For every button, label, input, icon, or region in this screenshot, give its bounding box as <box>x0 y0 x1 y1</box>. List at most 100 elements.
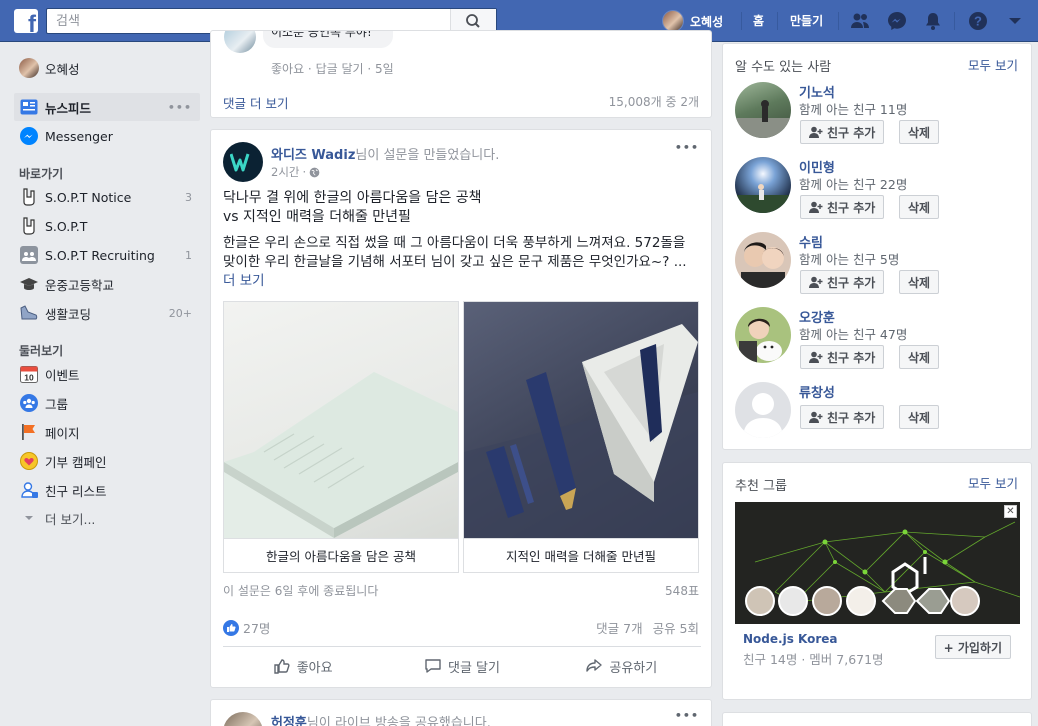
page-name-link[interactable]: 와디즈 Wadiz <box>271 148 355 163</box>
sidebar-item-sopt[interactable]: S.O.P.T <box>14 212 200 240</box>
nav-home-link[interactable]: 홈 <box>753 10 764 32</box>
sidebar-item-fundraisers[interactable]: 기부 캠페인 <box>14 447 200 475</box>
people-you-may-know-card: 알 수도 있는 사람 모두 보기 기노석 함께 아는 친구 11명 친구 추가 … <box>722 43 1032 450</box>
comment-count[interactable]: 댓글 7개 <box>596 621 642 636</box>
remove-button[interactable]: 삭제 <box>899 120 940 144</box>
group-meta: 친구 14명 · 멤버 7,671명 <box>743 652 884 667</box>
remove-button[interactable]: 삭제 <box>899 270 940 294</box>
post-options-icon[interactable]: ••• <box>675 709 699 722</box>
nav-create-link[interactable]: 만들기 <box>790 10 823 32</box>
post-options-icon[interactable]: ••• <box>675 141 699 154</box>
sidebar-item-coding[interactable]: 생활코딩 20+ <box>14 299 200 327</box>
avatar[interactable] <box>735 232 791 288</box>
more-options-icon[interactable]: ••• <box>168 101 192 114</box>
remove-button[interactable]: 삭제 <box>899 405 940 429</box>
avatar <box>19 58 39 78</box>
poll-option-pen[interactable]: 지적인 매력을 더해줄 만년필 <box>463 301 699 573</box>
sidebar-item-messenger[interactable]: Messenger <box>14 122 200 150</box>
wadiz-logo-icon <box>230 153 250 172</box>
default-avatar-icon[interactable] <box>735 382 791 438</box>
see-more-link[interactable]: 더 보기 <box>223 273 265 289</box>
pymk-person: 이민형 함께 아는 친구 22명 친구 추가 삭제 <box>735 157 1025 219</box>
partial-card <box>722 712 1032 726</box>
sidebar-item-sopt-notice[interactable]: S.O.P.T Notice 3 <box>14 183 200 211</box>
avatar[interactable] <box>223 712 263 726</box>
avatar[interactable] <box>735 307 791 363</box>
sidebar-item-school[interactable]: 운중고등학교 <box>14 270 200 298</box>
sidebar-see-more[interactable]: 더 보기... <box>14 504 200 532</box>
groups-see-all-link[interactable]: 모두 보기 <box>968 473 1018 492</box>
graduation-cap-icon <box>19 274 39 294</box>
add-friend-button[interactable]: 친구 추가 <box>800 195 885 219</box>
reactions-summary[interactable]: 27명 <box>223 618 270 637</box>
wadiz-avatar[interactable] <box>223 142 263 182</box>
notification-count: 1 <box>185 248 192 262</box>
add-friend-button[interactable]: 친구 추가 <box>800 345 885 369</box>
avatar[interactable] <box>735 157 791 213</box>
add-friend-button[interactable]: 친구 추가 <box>800 120 885 144</box>
share-button[interactable]: 공유하기 <box>542 647 701 685</box>
add-friend-button[interactable]: 친구 추가 <box>800 270 885 294</box>
sidebar-item-label: 기부 캠페인 <box>45 454 107 470</box>
remove-button[interactable]: 삭제 <box>899 195 940 219</box>
join-group-button[interactable]: + 가입하기 <box>934 635 1011 659</box>
mutual-friends[interactable]: 함께 아는 친구 22명 <box>799 174 907 193</box>
account-menu-caret-icon[interactable] <box>1004 10 1026 32</box>
comment-bubble: 이소룬 공연복 부야! <box>263 31 393 48</box>
avatar <box>662 10 684 32</box>
remove-button[interactable]: 삭제 <box>899 345 940 369</box>
pymk-see-all-link[interactable]: 모두 보기 <box>968 55 1018 74</box>
sidebar-item-label: S.O.P.T Recruiting <box>45 247 155 263</box>
mutual-friends[interactable]: 함께 아는 친구 11명 <box>799 99 907 118</box>
groups-icon <box>19 393 39 413</box>
view-more-comments-link[interactable]: 댓글 더 보기 <box>223 93 288 112</box>
sidebar-item-sopt-recruiting[interactable]: S.O.P.T Recruiting 1 <box>14 241 200 269</box>
rock-hand-icon <box>19 187 39 207</box>
sidebar-item-events[interactable]: 10 이벤트 <box>14 360 200 388</box>
avatar[interactable] <box>735 82 791 138</box>
author-name-link[interactable]: 허정훈 <box>271 716 307 726</box>
group-name-link[interactable]: Node.js Korea <box>743 632 838 646</box>
notification-count: 20+ <box>168 306 192 320</box>
friend-requests-icon[interactable] <box>849 10 871 32</box>
pymk-person: 류창성 친구 추가 삭제 <box>735 382 1025 442</box>
add-friend-label: 친구 추가 <box>827 350 876 365</box>
poll-option-label: 지적인 매력을 더해줄 만년필 <box>464 538 698 572</box>
person-name[interactable]: 류창성 <box>799 382 835 401</box>
close-icon[interactable]: ✕ <box>1004 505 1017 518</box>
nav-profile-link[interactable]: 오혜성 <box>662 10 723 32</box>
post-body: 한글은 우리 손으로 직접 썼을 때 그 아름다움이 더욱 풍부하게 느껴져요.… <box>223 234 701 291</box>
sidebar-item-profile[interactable]: 오혜성 <box>14 54 200 82</box>
sidebar-item-label: 친구 리스트 <box>45 483 107 499</box>
comment-actions[interactable]: 좋아요 · 답글 달기 · 5일 <box>271 60 394 77</box>
sidebar-item-label: Messenger <box>45 128 113 144</box>
sidebar-item-groups[interactable]: 그룹 <box>14 389 200 417</box>
sidebar-item-friend-lists[interactable]: 친구 리스트 <box>14 476 200 504</box>
poll-vote-count[interactable]: 548표 <box>665 582 699 599</box>
comment-button[interactable]: 댓글 달기 <box>382 647 541 685</box>
poll-question-line: vs 지적인 매력을 더해줄 만년필 <box>223 209 411 225</box>
chevron-down-icon <box>19 508 39 528</box>
mutual-friends[interactable]: 함께 아는 친구 5명 <box>799 249 899 268</box>
add-friend-icon <box>809 126 823 138</box>
explore-heading: 둘러보기 <box>19 344 64 358</box>
thumbs-up-icon <box>274 659 290 674</box>
group-cover-image[interactable]: ✕ <box>735 502 1020 624</box>
facebook-logo[interactable]: f <box>14 9 38 33</box>
sidebar-item-pages[interactable]: 페이지 <box>14 418 200 446</box>
post-time[interactable]: 2시간 <box>271 164 299 180</box>
sidebar-item-label: 더 보기... <box>45 511 96 527</box>
post-body-text: 한글은 우리 손으로 직접 썼을 때 그 아름다움이 더욱 풍부하게 느껴져요.… <box>223 235 687 270</box>
post-action-text: 님이 설문을 만들었습니다. <box>355 148 500 163</box>
add-friend-button[interactable]: 친구 추가 <box>800 405 885 429</box>
poll-option-notebook[interactable]: 한글의 아름다움을 담은 공책 <box>223 301 459 573</box>
svg-text:?: ? <box>974 14 982 29</box>
like-button[interactable]: 좋아요 <box>223 647 382 685</box>
sidebar-item-label: 페이지 <box>45 425 80 441</box>
notifications-bell-icon[interactable] <box>922 10 944 32</box>
mutual-friends[interactable]: 함께 아는 친구 47명 <box>799 324 907 343</box>
messenger-icon[interactable] <box>886 10 908 32</box>
help-icon[interactable]: ? <box>967 10 989 32</box>
sidebar-item-newsfeed[interactable]: 뉴스피드 ••• <box>14 93 200 121</box>
share-count[interactable]: 공유 5회 <box>653 621 699 636</box>
